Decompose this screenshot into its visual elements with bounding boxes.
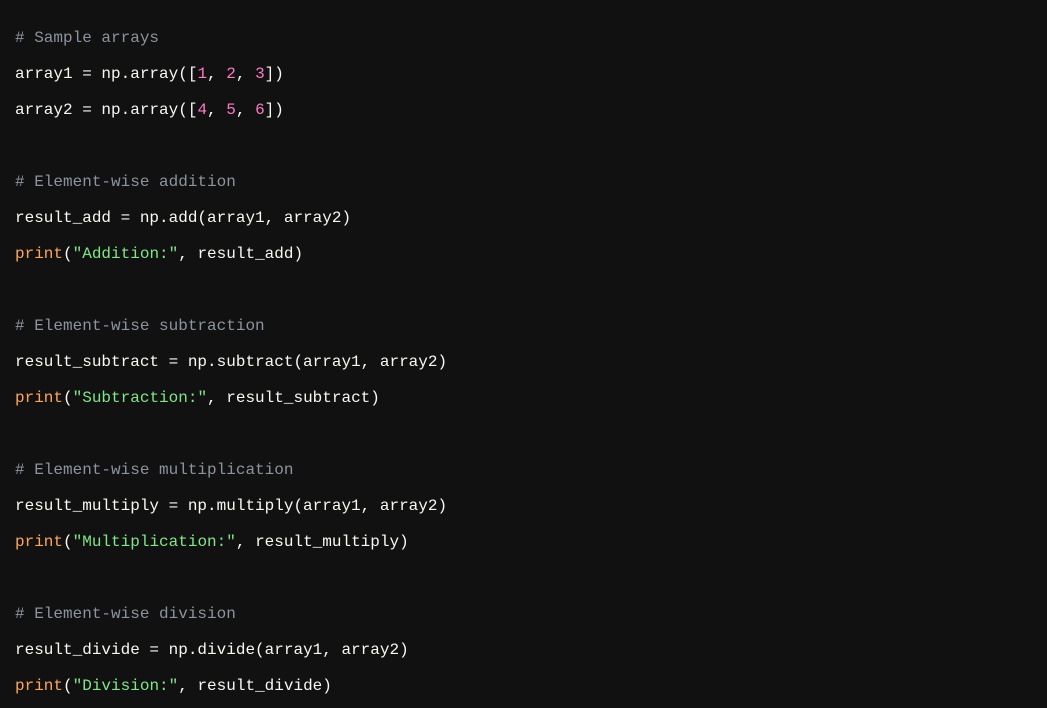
token-number: 2	[226, 65, 236, 83]
token-default: array2 = np.array([	[15, 101, 197, 119]
token-comment: # Element-wise addition	[15, 173, 236, 191]
code-line: result_divide = np.divide(array1, array2…	[15, 632, 1032, 668]
token-string: "Division:"	[73, 677, 179, 695]
code-block[interactable]: # Sample arraysarray1 = np.array([1, 2, …	[15, 20, 1032, 704]
token-default: ,	[207, 65, 226, 83]
blank-line	[15, 128, 1032, 164]
token-comment: # Element-wise subtraction	[15, 317, 265, 335]
blank-line	[15, 272, 1032, 308]
token-default: result_add = np.add(array1, array2)	[15, 209, 351, 227]
token-default: , result_multiply)	[236, 533, 409, 551]
code-line: print("Multiplication:", result_multiply…	[15, 524, 1032, 560]
token-builtin: print	[15, 245, 63, 263]
token-string: "Multiplication:"	[73, 533, 236, 551]
token-default: ,	[207, 101, 226, 119]
token-default: result_divide = np.divide(array1, array2…	[15, 641, 409, 659]
token-number: 3	[255, 65, 265, 83]
code-line: result_multiply = np.multiply(array1, ar…	[15, 488, 1032, 524]
token-builtin: print	[15, 533, 63, 551]
token-string: "Subtraction:"	[73, 389, 207, 407]
token-default: array1 = np.array([	[15, 65, 197, 83]
token-default: , result_divide)	[178, 677, 332, 695]
token-string: "Addition:"	[73, 245, 179, 263]
token-default: ])	[265, 65, 284, 83]
token-builtin: print	[15, 389, 63, 407]
code-line: # Element-wise multiplication	[15, 452, 1032, 488]
code-line: # Sample arrays	[15, 20, 1032, 56]
token-default: ,	[236, 65, 255, 83]
token-number: 4	[197, 101, 207, 119]
token-default: (	[63, 245, 73, 263]
blank-line	[15, 416, 1032, 452]
token-default: , result_add)	[178, 245, 303, 263]
blank-line	[15, 560, 1032, 596]
code-line: result_add = np.add(array1, array2)	[15, 200, 1032, 236]
code-line: # Element-wise addition	[15, 164, 1032, 200]
token-default: (	[63, 533, 73, 551]
token-default: result_subtract = np.subtract(array1, ar…	[15, 353, 447, 371]
token-number: 5	[226, 101, 236, 119]
token-comment: # Element-wise division	[15, 605, 236, 623]
token-default: ])	[265, 101, 284, 119]
token-number: 6	[255, 101, 265, 119]
code-line: array2 = np.array([4, 5, 6])	[15, 92, 1032, 128]
token-default: (	[63, 677, 73, 695]
code-line: result_subtract = np.subtract(array1, ar…	[15, 344, 1032, 380]
token-comment: # Element-wise multiplication	[15, 461, 293, 479]
code-line: # Element-wise subtraction	[15, 308, 1032, 344]
code-line: array1 = np.array([1, 2, 3])	[15, 56, 1032, 92]
token-comment: # Sample arrays	[15, 29, 159, 47]
token-default: , result_subtract)	[207, 389, 380, 407]
token-default: ,	[236, 101, 255, 119]
code-line: print("Addition:", result_add)	[15, 236, 1032, 272]
token-default: (	[63, 389, 73, 407]
code-line: print("Division:", result_divide)	[15, 668, 1032, 704]
token-number: 1	[197, 65, 207, 83]
code-line: print("Subtraction:", result_subtract)	[15, 380, 1032, 416]
token-default: result_multiply = np.multiply(array1, ar…	[15, 497, 447, 515]
code-line: # Element-wise division	[15, 596, 1032, 632]
token-builtin: print	[15, 677, 63, 695]
